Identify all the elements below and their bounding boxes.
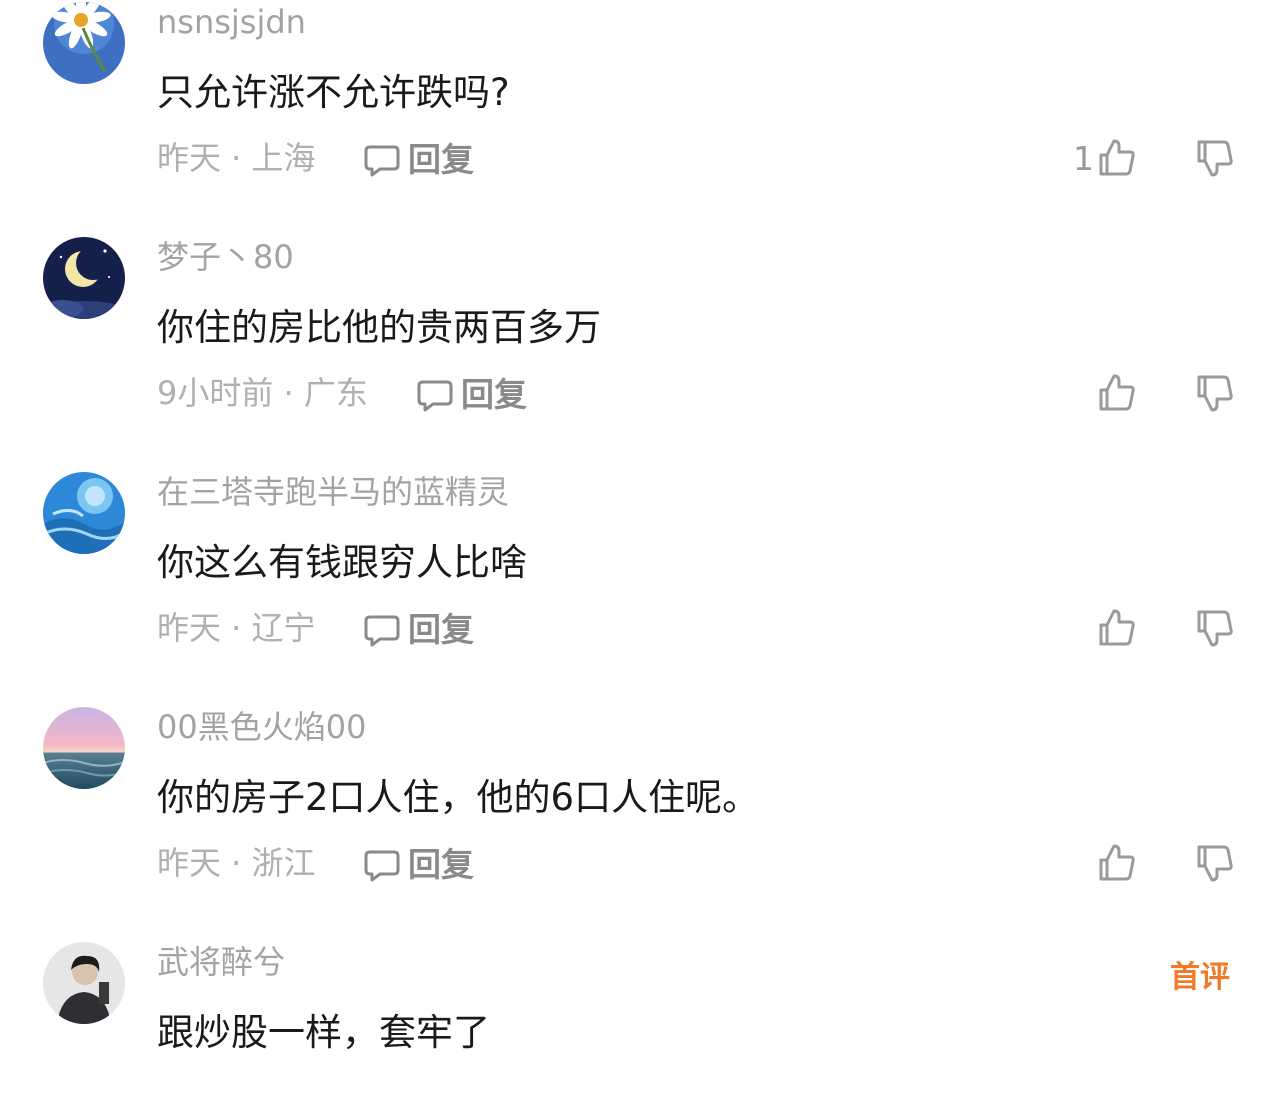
comment-item: 00黑色火焰00 你的房子2口人住，他的6口人住呢。 昨天 · 浙江 回复	[0, 707, 1280, 961]
reply-button[interactable]: 回复	[362, 843, 474, 887]
first-comment-badge: 首评	[1170, 960, 1230, 995]
reply-label: 回复	[408, 845, 474, 884]
username[interactable]: nsnsjsjdn	[157, 2, 306, 42]
username[interactable]: 00黑色火焰00	[157, 707, 366, 747]
comment-text: 你住的房比他的贵两百多万	[157, 306, 601, 349]
avatar[interactable]	[43, 472, 125, 554]
avatar[interactable]	[43, 942, 125, 1024]
comment-text: 你的房子2口人住，他的6口人住呢。	[157, 776, 760, 819]
dislike-button[interactable]	[1194, 134, 1236, 182]
thumbs-down-icon	[1197, 140, 1233, 177]
comment-text: 你这么有钱跟穷人比啥	[157, 541, 527, 584]
avatar[interactable]	[43, 2, 125, 84]
like-button[interactable]	[1094, 369, 1138, 417]
comment-item: 武将醉兮 首评 跟炒股一样，套牢了	[0, 942, 1280, 1101]
reply-button[interactable]: 回复	[362, 608, 474, 652]
avatar[interactable]	[43, 707, 125, 789]
comment-bubble-icon	[417, 380, 453, 412]
thumbs-up-icon	[1099, 139, 1135, 176]
comment-time-location: 昨天 · 浙江	[157, 844, 316, 882]
comment-feed: nsnsjsjdn 只允许涨不允许跌吗? 昨天 · 上海 回复 1 梦子丶80 …	[0, 0, 1280, 1101]
comment-bubble-icon	[364, 850, 400, 882]
thumbs-down-icon	[1197, 845, 1233, 882]
comment-time-location: 昨天 · 辽宁	[157, 609, 316, 647]
comment-bubble-icon	[364, 615, 400, 647]
thumbs-up-icon	[1099, 374, 1135, 411]
like-button[interactable]	[1094, 839, 1138, 887]
reply-label: 回复	[408, 140, 474, 179]
comment-item: nsnsjsjdn 只允许涨不允许跌吗? 昨天 · 上海 回复 1	[0, 2, 1280, 256]
avatar[interactable]	[43, 237, 125, 319]
blue-swirl-avatar-icon	[43, 472, 125, 554]
reply-label: 回复	[408, 610, 474, 649]
like-count: 1	[1073, 138, 1094, 178]
sunset-sea-avatar-icon	[43, 707, 125, 789]
thumbs-up-icon	[1099, 609, 1135, 646]
username[interactable]: 梦子丶80	[157, 237, 294, 277]
person-avatar-icon	[43, 942, 125, 1024]
comment-time-location: 9小时前 · 广东	[157, 374, 368, 412]
thumbs-up-icon	[1099, 844, 1135, 881]
daisy-avatar-icon	[43, 2, 125, 84]
like-button[interactable]	[1094, 604, 1138, 652]
dislike-button[interactable]	[1194, 369, 1236, 417]
dislike-button[interactable]	[1194, 839, 1236, 887]
comment-item: 梦子丶80 你住的房比他的贵两百多万 9小时前 · 广东 回复	[0, 237, 1280, 491]
comment-text: 只允许涨不允许跌吗?	[157, 71, 510, 114]
comment-bubble-icon	[364, 145, 400, 177]
like-button[interactable]: 1	[1073, 134, 1138, 182]
reply-button[interactable]: 回复	[362, 138, 474, 182]
comment-item: 在三塔寺跑半马的蓝精灵 你这么有钱跟穷人比啥 昨天 · 辽宁 回复	[0, 472, 1280, 726]
comment-text: 跟炒股一样，套牢了	[157, 1011, 490, 1054]
moon-avatar-icon	[43, 237, 125, 319]
reply-label: 回复	[461, 375, 527, 414]
comment-time-location: 昨天 · 上海	[157, 139, 316, 177]
reply-button[interactable]: 回复	[415, 373, 527, 417]
dislike-button[interactable]	[1194, 604, 1236, 652]
username[interactable]: 武将醉兮	[157, 942, 285, 982]
thumbs-down-icon	[1197, 375, 1233, 412]
username[interactable]: 在三塔寺跑半马的蓝精灵	[157, 472, 509, 512]
thumbs-down-icon	[1197, 610, 1233, 647]
